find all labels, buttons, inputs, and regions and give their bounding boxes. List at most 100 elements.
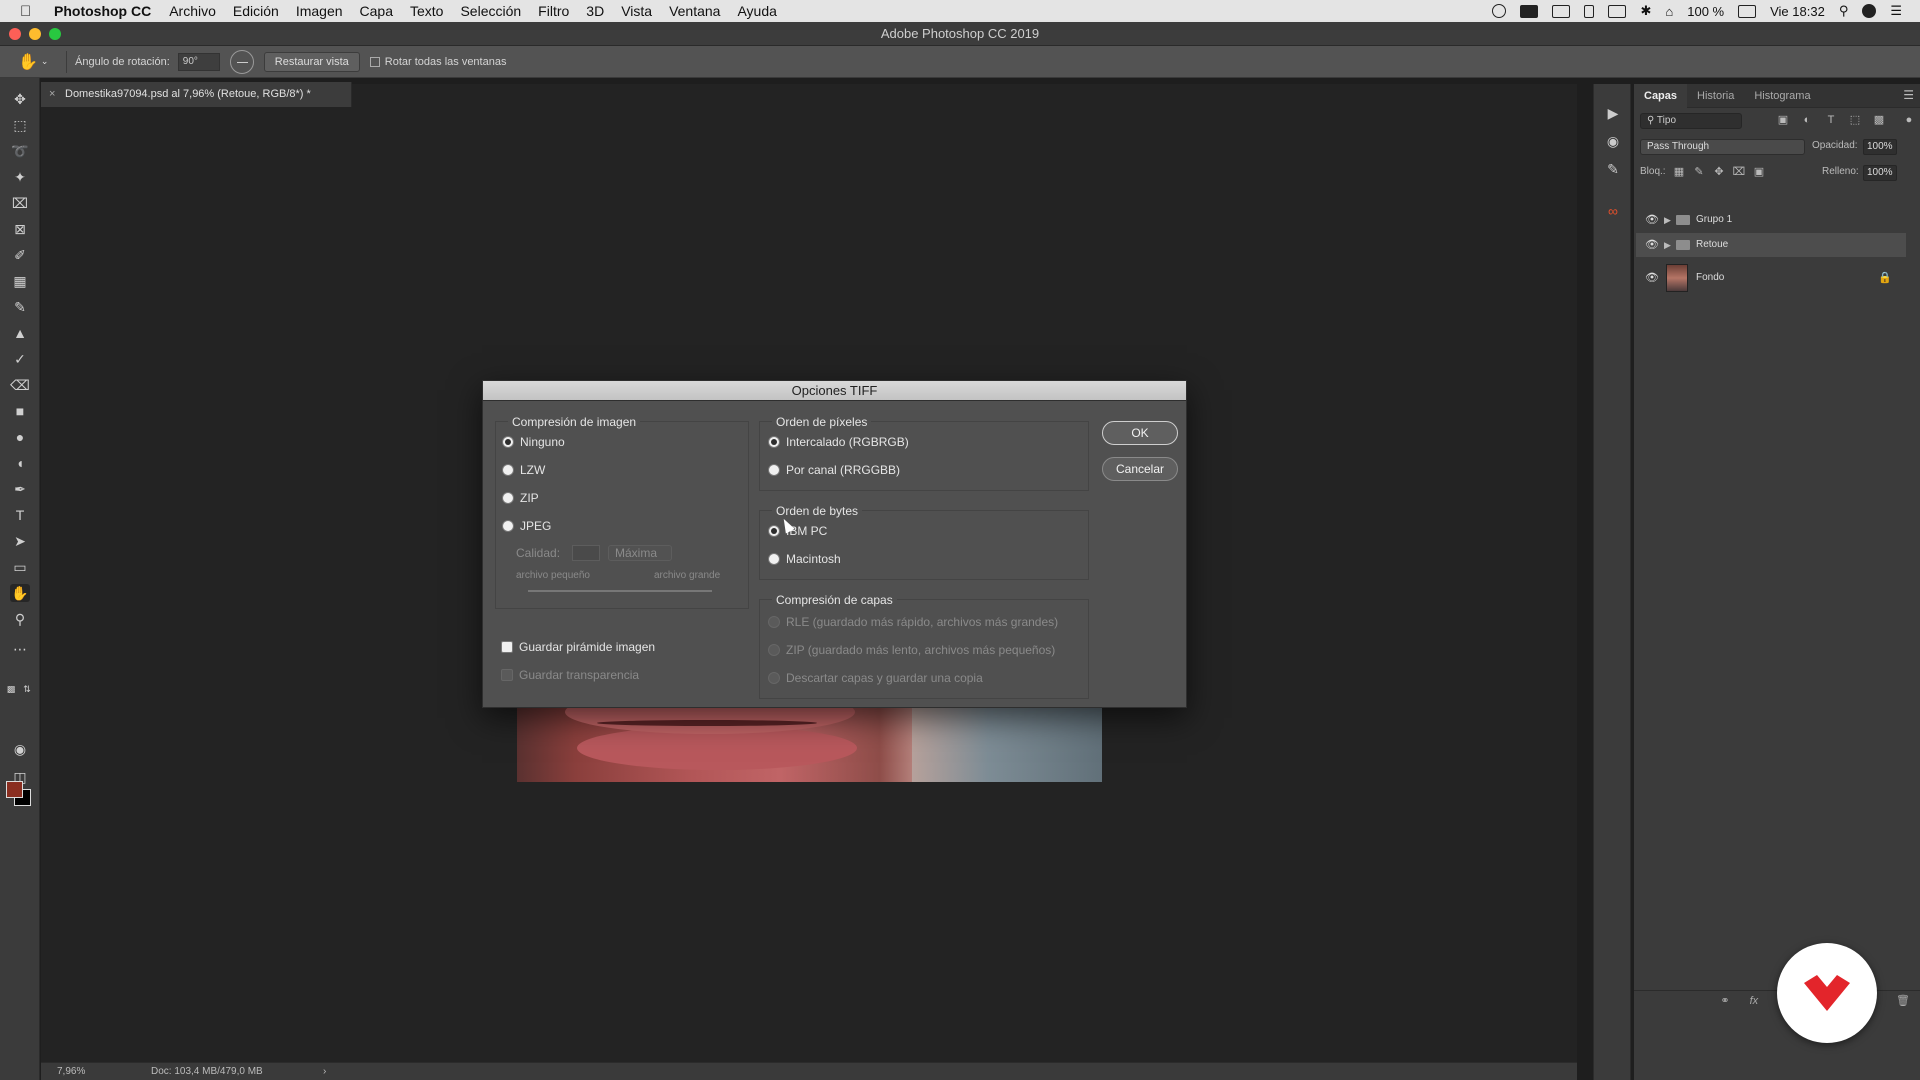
radio-button[interactable] [768,616,780,628]
brush-tool-icon[interactable]: ✎ [10,298,30,316]
chevron-right-icon[interactable]: › [323,1063,326,1080]
rectangle-tool-icon[interactable]: ▭ [10,558,30,576]
adjustments-icon[interactable]: ◉ [1604,132,1622,150]
quality-input[interactable] [572,545,600,561]
battery-icon[interactable] [1738,4,1757,18]
layer-row[interactable]: 👁 ▶ Retoue [1636,233,1906,257]
menu-3d[interactable]: 3D [586,3,604,19]
reset-view-button[interactable]: Restaurar vista [263,51,360,72]
crop-tool-icon[interactable]: ⌧ [10,194,30,212]
menu-seleccion[interactable]: Selección [460,3,521,19]
document-tab[interactable]: × Domestika97094.psd al 7,96% (Retoue, R… [41,82,352,107]
swap-colors-icon[interactable]: ⇅ [20,680,34,698]
more-tools-icon[interactable]: ⋯ [10,640,30,658]
app-menu[interactable]: Photoshop CC [54,3,151,19]
ok-button[interactable]: OK [1102,421,1178,445]
layer-filter-select[interactable]: ⚲ Tipo [1640,113,1742,129]
marquee-tool-icon[interactable]: ⬚ [10,116,30,134]
move-tool-icon[interactable]: ✥ [10,90,30,108]
rotate-view-tool-preset[interactable]: ✋ ⌄ [18,50,58,74]
menu-ventana[interactable]: Ventana [669,3,720,19]
bluetooth-icon[interactable]: ✱ [1640,3,1651,19]
tab-history[interactable]: Historia [1687,84,1744,108]
quality-slider[interactable] [528,590,712,592]
zoom-level[interactable]: 7,96% [57,1063,85,1080]
filter-image-icon[interactable]: ▣ [1776,113,1790,127]
type-tool-icon[interactable]: T [10,506,30,524]
opacity-input[interactable]: 100% [1863,139,1897,155]
radio-button[interactable] [502,492,514,504]
eye-icon[interactable]: 👁 [1644,208,1660,232]
apple-menu-icon[interactable]:  [20,3,38,20]
clock[interactable]: Vie 18:32 [1770,4,1825,19]
command-icon[interactable] [1520,4,1539,18]
blend-mode-select[interactable]: Pass Through [1640,139,1805,155]
menu-edicion[interactable]: Edición [233,3,279,19]
lock-position-icon[interactable]: ✥ [1712,165,1726,179]
eye-icon[interactable]: 👁 [1644,233,1660,257]
gradient-tool-icon[interactable]: ■ [10,402,30,420]
lock-artboard-icon[interactable]: ⌧ [1732,165,1746,179]
menu-imagen[interactable]: Imagen [296,3,343,19]
canvas-image[interactable] [517,708,1102,782]
fill-input[interactable]: 100% [1863,165,1897,181]
siri-icon[interactable] [1862,4,1877,18]
spotlight-icon[interactable]: ⚲ [1839,3,1849,19]
creative-cloud-icon[interactable]: ∞ [1604,202,1622,220]
save-transparency-checkbox[interactable] [501,669,513,681]
quick-selection-tool-icon[interactable]: ✦ [10,168,30,186]
lock-transparent-icon[interactable]: ▦ [1672,165,1686,179]
filter-type-icon[interactable]: T [1824,113,1838,127]
radio-button[interactable] [502,464,514,476]
fx-icon[interactable]: fx [1750,995,1759,1007]
link-layers-icon[interactable]: ⚭ [1720,994,1729,1007]
menu-ayuda[interactable]: Ayuda [737,3,776,19]
radio-button[interactable] [768,464,780,476]
filter-adjustment-icon[interactable]: ◐ [1800,113,1814,127]
rotate-view-tool-icon[interactable]: ✋ [10,584,30,602]
radio-button[interactable] [768,553,780,565]
path-selection-tool-icon[interactable]: ➤ [10,532,30,550]
history-brush-tool-icon[interactable]: ✓ [10,350,30,368]
chevron-right-icon[interactable]: ▶ [1664,233,1671,257]
radio-button[interactable] [502,520,514,532]
layer-row[interactable]: 👁 ▶ Grupo 1 [1636,208,1906,232]
filter-smart-object-icon[interactable]: ▩ [1872,113,1886,127]
close-document-icon[interactable]: × [49,82,55,107]
radio-button[interactable] [768,525,780,537]
radio-button[interactable] [768,436,780,448]
frame-tool-icon[interactable]: ⊠ [10,220,30,238]
radio-button[interactable] [768,672,780,684]
rotate-all-checkbox[interactable] [369,56,380,67]
tab-histogram[interactable]: Histograma [1744,84,1820,108]
foreground-color-swatch[interactable] [6,781,23,798]
default-colors-icon[interactable]: ▩ [4,680,18,698]
clone-stamp-tool-icon[interactable]: ▲ [10,324,30,342]
eraser-tool-icon[interactable]: ⌫ [10,376,30,394]
menu-texto[interactable]: Texto [410,3,443,19]
close-window-button[interactable] [9,28,21,40]
lasso-tool-icon[interactable]: ➰ [10,142,30,160]
display-icon[interactable] [1552,4,1571,18]
lock-all-icon[interactable]: ▣ [1752,165,1766,179]
record-icon[interactable] [1492,4,1507,18]
healing-brush-tool-icon[interactable]: ▦ [10,272,30,290]
filter-toggle-icon[interactable]: ● [1902,113,1916,127]
menu-archivo[interactable]: Archivo [169,3,216,19]
menu-vista[interactable]: Vista [621,3,652,19]
pen-tool-icon[interactable]: ✒ [10,480,30,498]
phone-icon[interactable] [1584,4,1595,18]
dodge-tool-icon[interactable]: ◖ [10,454,30,472]
play-actions-icon[interactable]: ▶ [1604,104,1622,122]
lock-pixels-icon[interactable]: ✎ [1692,165,1706,179]
brush-settings-icon[interactable]: ✎ [1604,160,1622,178]
wifi-icon[interactable]: ⌂ [1665,4,1673,19]
airplay-icon[interactable] [1608,4,1627,18]
panel-menu-icon[interactable]: ☰ [1903,88,1914,102]
radio-button[interactable] [768,644,780,656]
tab-layers[interactable]: Capas [1634,83,1688,108]
rotation-dial[interactable] [229,49,254,74]
quick-mask-icon[interactable]: ◉ [10,740,30,758]
filter-shape-icon[interactable]: ⬚ [1848,113,1862,127]
minimize-window-button[interactable] [29,28,41,40]
